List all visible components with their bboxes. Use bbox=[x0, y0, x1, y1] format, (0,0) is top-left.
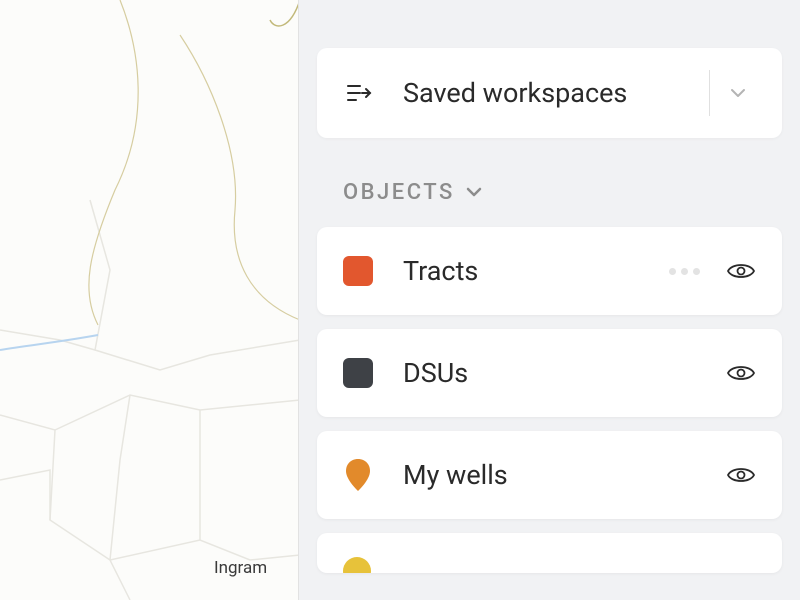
object-label: My wells bbox=[403, 459, 724, 491]
object-label: Tracts bbox=[403, 255, 669, 287]
object-card-partial[interactable] bbox=[317, 533, 782, 573]
map-label-ingram: Ingram bbox=[214, 558, 267, 578]
color-swatch bbox=[343, 557, 371, 573]
eye-icon[interactable] bbox=[724, 465, 758, 485]
divider bbox=[709, 70, 710, 116]
eye-icon[interactable] bbox=[724, 363, 758, 383]
object-card-dsus[interactable]: DSUs bbox=[317, 329, 782, 417]
pin-icon bbox=[344, 457, 372, 493]
objects-section-header[interactable]: OBJECTS bbox=[343, 180, 782, 205]
saved-workspaces-label: Saved workspaces bbox=[403, 77, 701, 109]
chevron-down-icon bbox=[465, 183, 483, 202]
more-icon[interactable] bbox=[669, 268, 700, 275]
side-panel: Saved workspaces OBJECTS Tracts DSUs bbox=[298, 0, 800, 600]
list-arrow-icon bbox=[345, 79, 373, 107]
object-label: DSUs bbox=[403, 357, 724, 389]
object-card-tracts[interactable]: Tracts bbox=[317, 227, 782, 315]
object-card-my-wells[interactable]: My wells bbox=[317, 431, 782, 519]
eye-icon[interactable] bbox=[724, 261, 758, 281]
objects-list: Tracts DSUs My wells bbox=[317, 227, 782, 573]
objects-section-label: OBJECTS bbox=[343, 180, 455, 205]
saved-workspaces-selector[interactable]: Saved workspaces bbox=[317, 48, 782, 138]
color-swatch bbox=[343, 256, 373, 286]
chevron-down-icon[interactable] bbox=[718, 87, 758, 99]
color-swatch bbox=[343, 358, 373, 388]
